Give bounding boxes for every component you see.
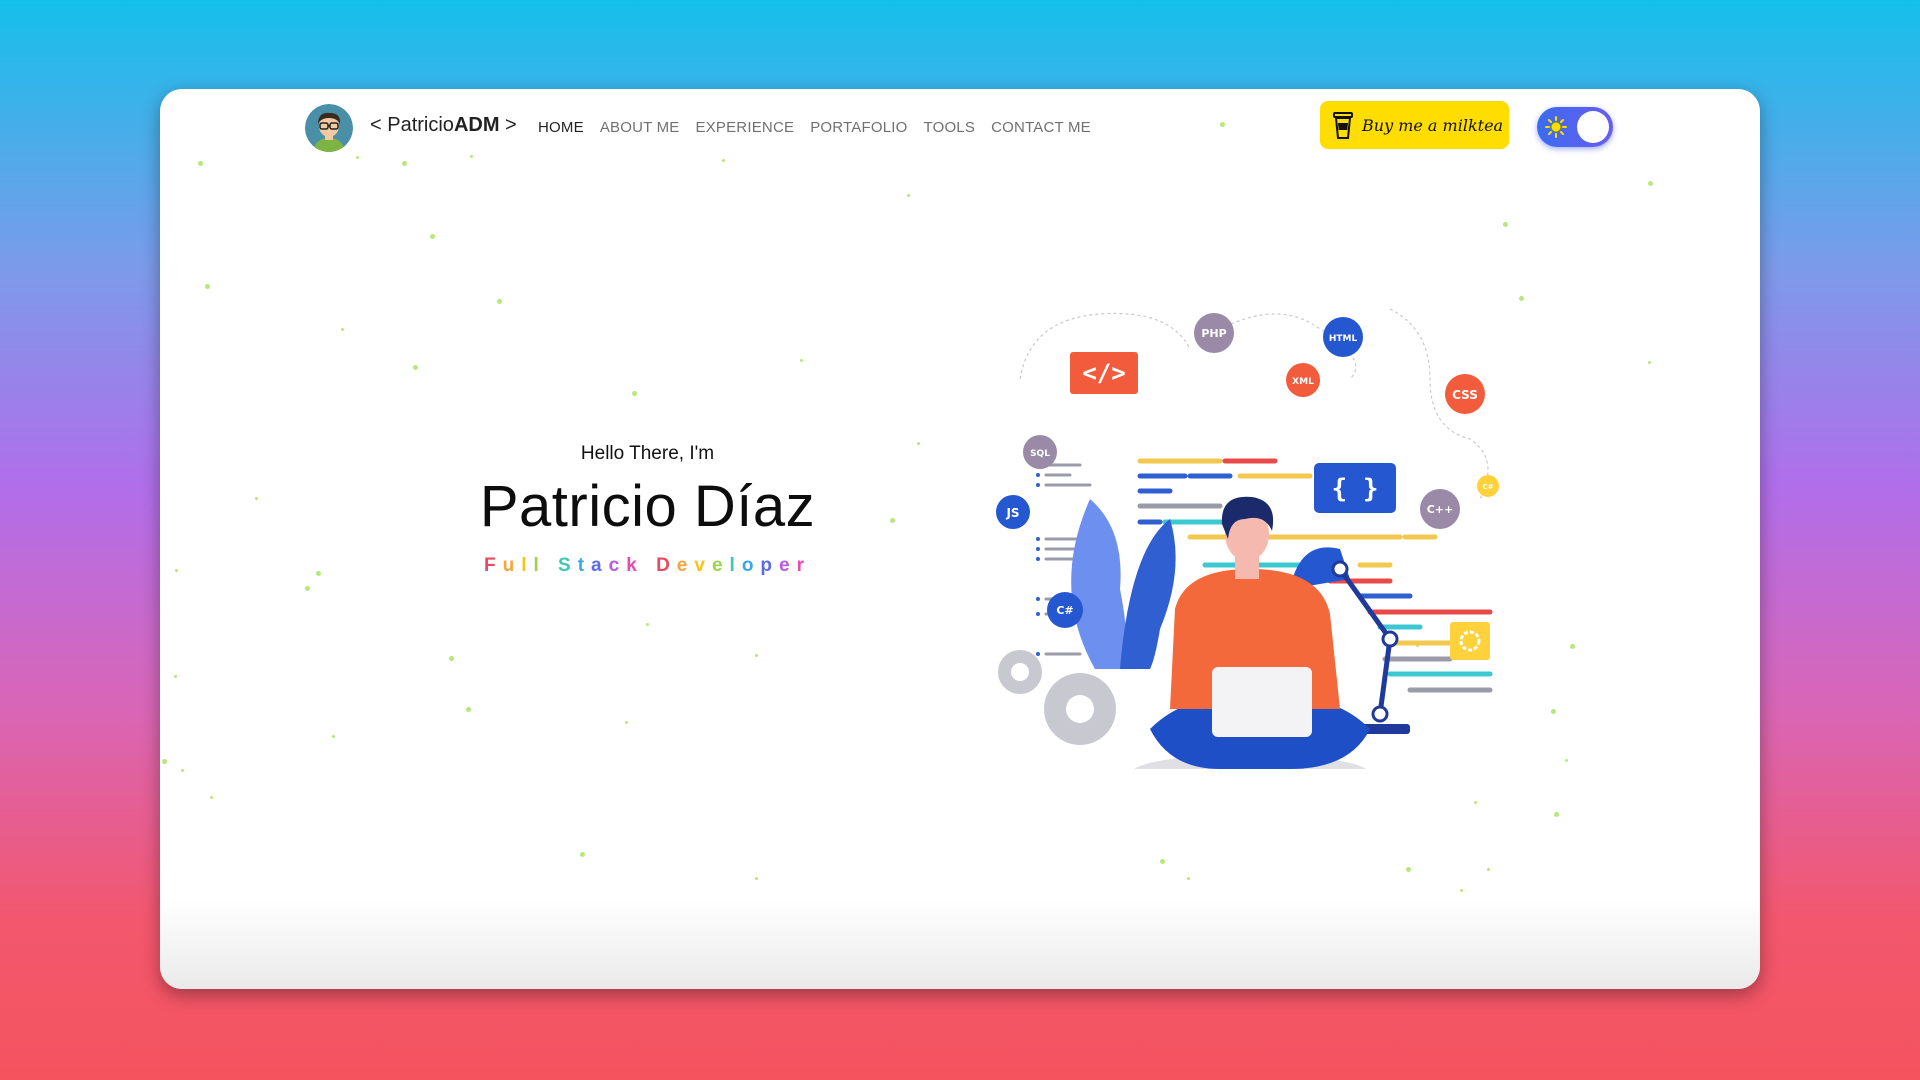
particle [1474, 801, 1477, 804]
particle [430, 234, 435, 239]
particle [1554, 812, 1559, 817]
particle [1551, 709, 1556, 714]
badge-js: JS [1005, 506, 1019, 520]
role-letter: u [502, 555, 522, 576]
particle [341, 328, 344, 331]
particle [205, 284, 210, 289]
particle [210, 796, 213, 799]
code-tag-label: </> [1082, 359, 1125, 387]
badge-html: HTML [1329, 334, 1358, 344]
particle [632, 391, 637, 396]
particle [1503, 222, 1508, 227]
role-letter: F [483, 555, 503, 576]
avatar[interactable] [305, 104, 353, 152]
avatar-image [305, 104, 353, 152]
navbar: < PatricioADM > HOME ABOUT ME EXPERIENCE… [160, 89, 1760, 179]
brand-suffix: > [499, 114, 517, 136]
nav-menu: HOME ABOUT ME EXPERIENCE PORTAFOLIO TOOL… [538, 119, 1091, 136]
particle [162, 759, 167, 764]
role-letter: e [711, 555, 730, 576]
nav-item-tools[interactable]: TOOLS [923, 119, 975, 136]
role-letter: r [796, 555, 812, 576]
particle [625, 721, 628, 724]
particle [1406, 867, 1411, 872]
particle [466, 707, 471, 712]
buy-milktea-button[interactable]: Buy me a milktea [1320, 101, 1509, 149]
particle [1565, 759, 1568, 762]
particle [1187, 877, 1190, 880]
particle [1487, 868, 1490, 871]
buy-milktea-label: Buy me a milktea [1362, 115, 1504, 135]
role-letter: v [694, 555, 712, 576]
toggle-knob [1577, 111, 1609, 143]
brand-logo[interactable]: < PatricioADM > [370, 114, 517, 137]
particle [917, 442, 920, 445]
particle [646, 623, 649, 626]
role-letter: k [626, 555, 644, 576]
particle [1460, 889, 1463, 892]
particle [755, 877, 758, 880]
role-letter: t [577, 555, 592, 576]
particle [755, 654, 758, 657]
hero-role: Full Stack Developer [460, 555, 835, 577]
browser-window: < PatricioADM > HOME ABOUT ME EXPERIENCE… [160, 89, 1760, 989]
nav-item-contact-me[interactable]: CONTACT ME [991, 119, 1091, 136]
badge-csharp-small: C# [1482, 483, 1493, 491]
theme-toggle[interactable] [1537, 107, 1613, 147]
particle [175, 569, 178, 572]
role-letter: l [533, 555, 546, 576]
particle [800, 359, 803, 362]
particle [1160, 859, 1165, 864]
particle [1648, 181, 1653, 186]
role-letter [546, 555, 558, 576]
particle [413, 365, 418, 370]
nav-item-home[interactable]: HOME [538, 119, 584, 136]
role-letter: e [779, 555, 797, 576]
particle [181, 769, 184, 772]
role-letter: p [760, 555, 780, 576]
nav-item-about-me[interactable]: ABOUT ME [600, 119, 680, 136]
particle [255, 497, 258, 500]
nav-item-experience[interactable]: EXPERIENCE [695, 119, 794, 136]
particle [305, 586, 310, 591]
braces-label: { } [1332, 474, 1379, 504]
hero-name: Patricio Díaz [479, 474, 816, 539]
role-letter: o [741, 555, 761, 576]
role-letter: l [521, 555, 534, 576]
cup-icon [1333, 112, 1353, 139]
nav-item-portafolio[interactable]: PORTAFOLIO [810, 119, 907, 136]
role-letter: S [558, 555, 578, 576]
badge-xml: XML [1292, 377, 1314, 387]
badge-php: PHP [1201, 327, 1226, 340]
badge-csharp: C# [1056, 604, 1073, 617]
badge-css: CSS [1452, 388, 1478, 402]
particle [907, 194, 910, 197]
hero-greeting: Hello There, I'm [580, 443, 715, 464]
particle [174, 675, 177, 678]
bottom-fade [160, 899, 1760, 989]
sun-icon [1545, 116, 1567, 138]
particle [1570, 644, 1575, 649]
badge-sql: SQL [1030, 449, 1050, 459]
hero-role-text: Full Stack Developer [484, 555, 811, 576]
developer-illustration: </> { } PHP HTML XML CSS SQL JS C++ C# C… [996, 308, 1499, 769]
role-letter: D [656, 555, 677, 576]
role-letter: l [729, 555, 742, 576]
particle [332, 735, 335, 738]
role-letter: e [676, 555, 695, 576]
particle [449, 656, 454, 661]
role-letter: c [608, 555, 627, 576]
badge-cpp: C++ [1427, 503, 1454, 516]
particle [497, 299, 502, 304]
brand-bold: ADM [453, 114, 500, 136]
role-letter: a [591, 555, 609, 576]
brand-prefix: < Patricio [370, 114, 454, 136]
role-letter [644, 555, 656, 576]
particle [580, 852, 585, 857]
particle [316, 571, 321, 576]
particle [890, 518, 895, 523]
particle [1648, 361, 1651, 364]
